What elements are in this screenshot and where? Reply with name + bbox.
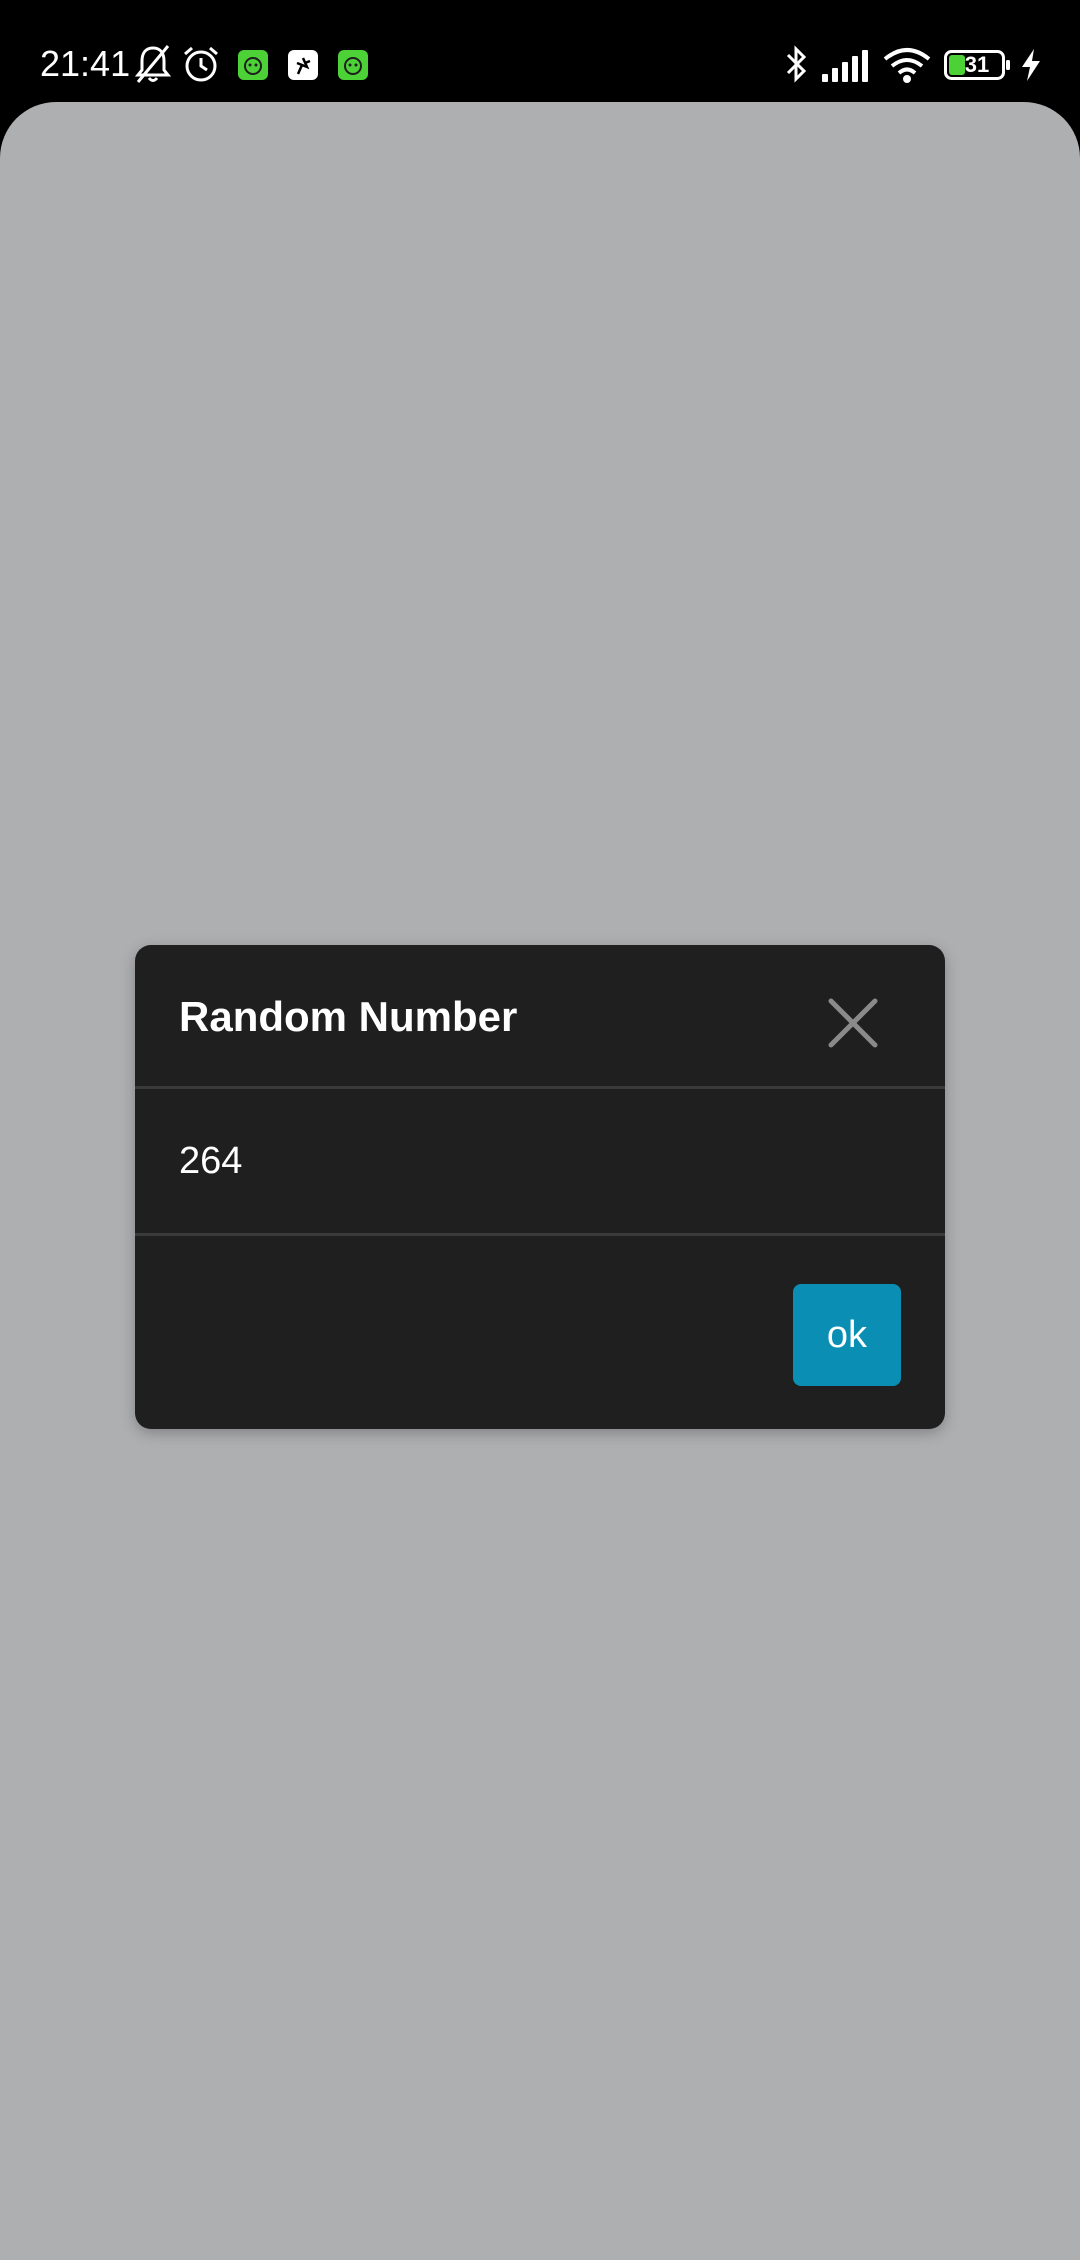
alarm-icon xyxy=(184,46,218,82)
random-number-dialog: Random Number 264 ok xyxy=(135,945,945,1429)
battery-level: 31 xyxy=(964,52,990,77)
signal-icon xyxy=(822,50,868,82)
status-bar: 21:41 31 xyxy=(0,0,1080,102)
app-notification-icon xyxy=(238,50,268,80)
dialog-body: 264 xyxy=(135,1089,945,1236)
battery-icon: 31 xyxy=(944,50,1012,80)
bluetooth-icon xyxy=(786,45,807,83)
app-notification-icon xyxy=(338,50,368,80)
wifi-icon xyxy=(883,48,931,83)
bell-off-icon xyxy=(134,45,172,83)
status-time: 21:41 xyxy=(40,43,131,84)
sport-app-icon xyxy=(288,50,318,80)
charging-icon xyxy=(1022,49,1040,81)
dialog-header: Random Number xyxy=(135,945,945,1089)
dialog-footer: ok xyxy=(135,1236,945,1429)
close-button[interactable] xyxy=(825,995,881,1051)
random-number-value: 264 xyxy=(179,1140,243,1182)
ok-button[interactable]: ok xyxy=(793,1284,901,1386)
close-icon xyxy=(828,998,878,1048)
dialog-title: Random Number xyxy=(179,993,518,1040)
